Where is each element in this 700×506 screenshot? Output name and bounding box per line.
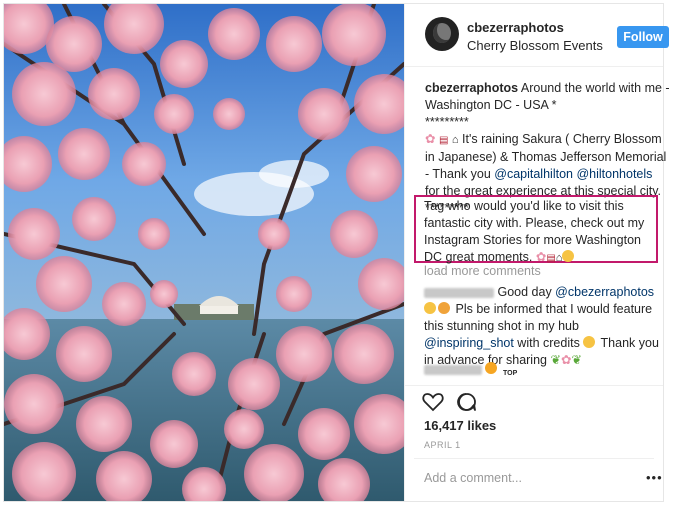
heart-icon[interactable] [422,393,444,412]
mention-capitalhilton[interactable]: @capitalhilton [494,167,573,181]
comment-2: Good day @cbezerraphotos Pls be informed… [424,284,669,369]
post-date: APRIL 1 [424,440,461,450]
sakura-emoji-icon: ✿ [425,132,436,146]
caption-username[interactable]: cbezerraphotos [425,81,518,95]
post-photo[interactable] [4,4,404,501]
highlight-text: Tag who would you'd like to visit this f… [424,199,645,264]
sun-emoji-icon [485,362,498,374]
blurred-username [424,364,482,375]
museum-icon: ⌂ [451,134,459,146]
caption-stars: ********* [425,115,469,129]
comment2-text1: Good day [497,285,556,299]
divider [414,458,654,459]
like-count[interactable]: 16,417 likes [424,418,496,433]
sakura-emoji-icon: ✿ [535,250,547,264]
smile-emoji-icon [562,250,575,262]
action-bar [422,390,492,419]
leaf-emoji-icon: ❦ [571,353,582,367]
mention-cbezerraphotos[interactable]: @cbezerraphotos [555,285,654,299]
face-emoji-icon [424,302,436,314]
highlighted-caption: Tag who would you'd like to visit this f… [424,198,656,267]
divider [404,385,663,386]
cherry-blossom-photo [4,4,404,501]
action-icons [422,393,476,412]
mention-inspiring-shot[interactable]: @inspiring_shot [424,336,514,350]
follow-button[interactable]: Follow [617,26,669,48]
username[interactable]: cbezerraphotos [467,20,564,35]
load-more-comments[interactable]: load more comments [424,264,541,278]
wink-emoji-icon [438,302,450,314]
sweat-smile-emoji-icon [583,336,596,348]
comment-3: TOP [424,362,517,377]
location[interactable]: Cherry Blossom Events [467,38,603,53]
sakura-emoji-icon: ✿ [560,353,572,367]
top-badge-icon: TOP [502,370,518,377]
comment2-text3: with credits [513,336,584,350]
avatar[interactable] [425,17,459,51]
us-flag-icon: ▤ [438,135,449,146]
us-flag-icon: ▤ [546,253,556,264]
mention-hiltonhotels[interactable]: @hiltonhotels [576,167,652,181]
add-comment-input[interactable]: Add a comment... [424,471,522,485]
blurred-username [424,287,494,298]
more-options-icon[interactable]: ••• [646,470,663,485]
comment2-text2: Pls be informed that I would feature thi… [424,302,653,333]
post-header: cbezerraphotos Cherry Blossom Events Fol… [405,4,669,67]
comment-icon[interactable] [457,393,476,411]
leaf-emoji-icon: ❦ [550,353,561,367]
museum-icon: ⌂ [555,252,563,264]
